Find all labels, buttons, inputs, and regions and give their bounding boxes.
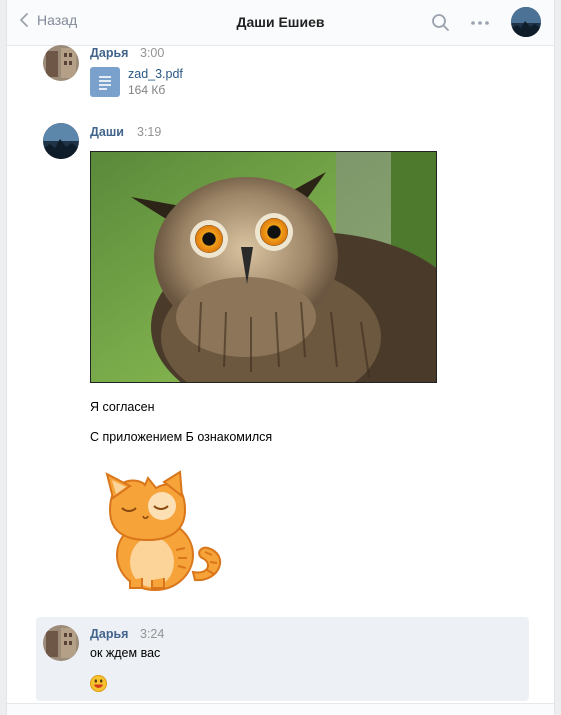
smile-emoji	[90, 675, 107, 692]
chat-header: Назад Даши Ешиев	[7, 0, 554, 46]
file-size: 164 Кб	[128, 83, 166, 97]
avatar-darya[interactable]	[43, 45, 79, 81]
message-text: ок ждем вас	[90, 646, 161, 660]
message-time[interactable]: 3:00	[140, 46, 164, 60]
message-text: Я согласен	[90, 400, 155, 414]
more-options-icon[interactable]	[470, 13, 490, 33]
header-avatar[interactable]	[511, 7, 541, 37]
message-text: С приложением Б ознакомился	[90, 430, 273, 444]
author-name[interactable]: Дарья	[90, 46, 128, 60]
avatar-dashi[interactable]	[43, 123, 79, 159]
avatar-darya[interactable]	[43, 625, 79, 661]
search-icon[interactable]	[431, 13, 451, 33]
author-name[interactable]: Дарья	[90, 627, 128, 641]
chat-panel: Назад Даши Ешиев Дарья 3:00 zad_3.pdf 16…	[6, 0, 555, 715]
cat-sticker[interactable]	[90, 470, 230, 595]
message-time[interactable]: 3:24	[140, 627, 164, 641]
message-time[interactable]: 3:19	[137, 125, 161, 139]
document-icon[interactable]	[90, 67, 120, 97]
owl-photo[interactable]	[90, 151, 437, 383]
composer-edge	[7, 703, 554, 715]
file-link[interactable]: zad_3.pdf	[128, 67, 183, 81]
author-name[interactable]: Даши	[90, 125, 124, 139]
